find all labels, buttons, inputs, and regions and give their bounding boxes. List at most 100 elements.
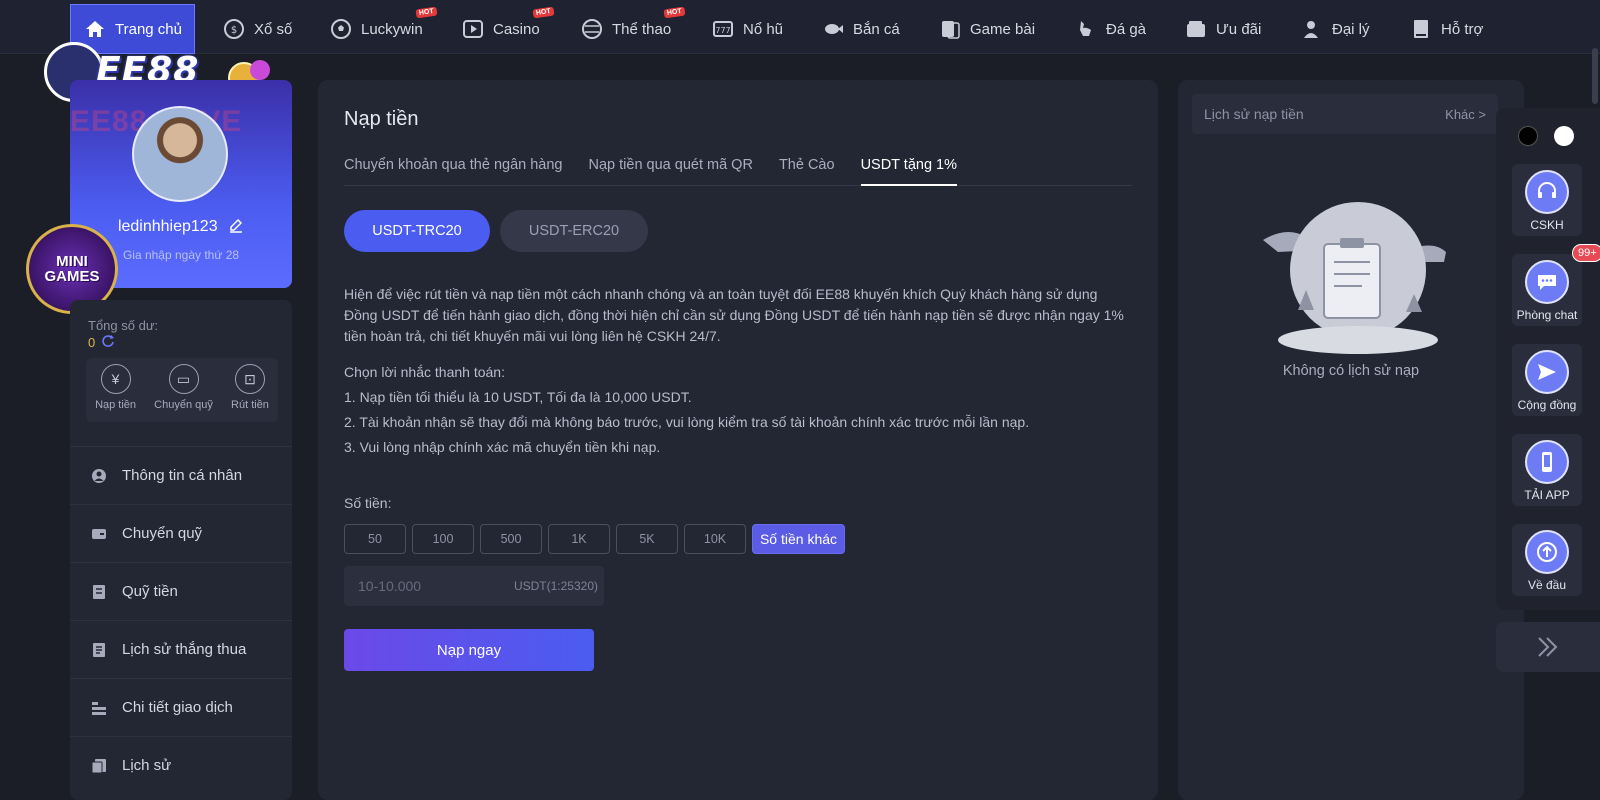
amount-label: Số tiền: (344, 495, 392, 511)
agent-icon (1300, 17, 1324, 41)
amount-chip[interactable]: 10K (684, 524, 746, 554)
tab-qr[interactable]: Nạp tiền qua quét mã QR (589, 156, 753, 186)
sidebar-item-label: Lịch sử (122, 757, 172, 774)
nav-fishing[interactable]: Bắn cá (821, 4, 900, 54)
custom-amount-button[interactable]: Số tiền khác (752, 524, 845, 554)
headset-icon (1525, 170, 1569, 214)
rooster-icon (1074, 17, 1098, 41)
svg-text:$: $ (231, 25, 237, 36)
username-text: ledinhhiep123 (117, 218, 218, 235)
play-icon (461, 17, 485, 41)
fund-icon (90, 583, 108, 601)
fish-icon (821, 17, 845, 41)
nav-cockfight[interactable]: Đá gà (1074, 4, 1146, 54)
reminder-item: 2. Tài khoản nhận sẽ thay đổi mà không b… (344, 414, 1030, 430)
lottery-icon: $ (222, 17, 246, 41)
nav-luckywin[interactable]: Luckywin HOT (329, 4, 438, 54)
quick-transfer[interactable]: ▭ Chuyển quỹ (154, 364, 213, 422)
history-header: Lịch sử nạp tiền Khác > (1192, 94, 1498, 134)
dock-label: Phòng chat (1516, 308, 1578, 322)
deposit-tabs: Chuyển khoản qua thẻ ngân hàng Nạp tiền … (344, 156, 1132, 186)
scrollbar[interactable] (1592, 48, 1598, 104)
amount-input[interactable]: 10-10.000 USDT(1:25320) (344, 566, 604, 606)
deposit-icon: ¥ (100, 364, 131, 394)
page-title: Nạp tiền (344, 108, 419, 130)
quick-withdraw[interactable]: ⊡ Rút tiền (231, 364, 269, 422)
quick-label: Rút tiền (231, 399, 269, 411)
empty-history-illustration (1263, 202, 1446, 354)
usdt-trc20-button[interactable]: USDT-TRC20 (344, 210, 490, 252)
chat-room-button[interactable]: Phòng chat 99+ (1512, 244, 1600, 326)
sidebar-menu: Thông tin cá nhân Chuyển quỹ Quỹ tiền Lị… (70, 446, 292, 794)
nav-sports[interactable]: Thể thao HOT (580, 4, 686, 54)
nav-card-games[interactable]: Game bài (938, 4, 1035, 54)
phone-icon (1525, 440, 1569, 484)
amount-chip[interactable]: 50 (344, 524, 406, 554)
quick-deposit[interactable]: ¥ Nạp tiền (95, 364, 136, 422)
nav-casino[interactable]: Casino HOT (461, 4, 555, 54)
dock-label: Về đầu (1527, 578, 1567, 592)
download-app-button[interactable]: TẢI APP (1512, 434, 1582, 506)
sidebar-item-profile[interactable]: Thông tin cá nhân (70, 446, 292, 504)
amount-placeholder: 10-10.000 (358, 578, 422, 594)
reminder-item: 1. Nạp tiền tối thiểu là 10 USDT, Tối đa… (344, 389, 692, 405)
dark-theme-dot[interactable] (1518, 126, 1538, 146)
nav-label: Casino (493, 20, 540, 38)
nav-slots[interactable]: 777 Nổ hũ (711, 4, 783, 54)
nav-agent[interactable]: Đại lý (1300, 4, 1370, 54)
usdt-erc20-button[interactable]: USDT-ERC20 (500, 210, 648, 252)
light-theme-dot[interactable] (1554, 126, 1574, 146)
quick-label: Nạp tiền (95, 399, 137, 411)
cards-icon (938, 17, 962, 41)
empty-history-text: Không có lịch sử nạp (1282, 363, 1420, 379)
amount-chip[interactable]: 5K (616, 524, 678, 554)
amount-chip[interactable]: 1K (548, 524, 610, 554)
minigames-line2: GAMES (44, 268, 100, 285)
tab-card[interactable]: Thẻ Cào (779, 156, 835, 186)
sidebar-item-transactions[interactable]: Chi tiết giao dịch (70, 678, 292, 736)
send-icon (1525, 350, 1569, 394)
nav-promotions[interactable]: Ưu đãi (1184, 4, 1261, 54)
history-icon (90, 641, 108, 659)
cskh-button[interactable]: CSKH (1512, 164, 1582, 236)
nav-label: Đại lý (1332, 20, 1370, 38)
wallet-icon (90, 525, 108, 543)
edit-icon[interactable] (228, 217, 244, 238)
deposit-history-panel: Lịch sử nạp tiền Khác > Không có lịch sử… (1178, 80, 1524, 800)
collapse-dock-button[interactable] (1496, 622, 1600, 672)
amount-chip[interactable]: 100 (412, 524, 474, 554)
nav-support[interactable]: Hỗ trợ (1409, 4, 1483, 54)
dock-label: TẢI APP (1524, 488, 1570, 502)
sidebar: Tổng số dư: 0 ¥ Nạp tiền ▭ Chuyển quỹ ⊡ … (70, 300, 292, 800)
home-icon (83, 17, 107, 41)
username: ledinhhiep123 (70, 217, 292, 238)
avatar[interactable] (132, 106, 228, 202)
arrow-up-icon (1525, 530, 1569, 574)
nav-label: Xổ số (254, 20, 293, 38)
nav-label: Ưu đãi (1216, 20, 1262, 38)
sidebar-item-label: Chi tiết giao dịch (122, 699, 233, 716)
slot-icon: 777 (711, 17, 735, 41)
amount-chip[interactable]: 500 (480, 524, 542, 554)
refresh-icon[interactable] (101, 334, 115, 351)
sidebar-item-transfer[interactable]: Chuyển quỹ (70, 504, 292, 562)
sidebar-item-history[interactable]: Lịch sử (70, 736, 292, 794)
soccer-icon (329, 17, 353, 41)
user-icon (90, 467, 108, 485)
wallet-icon (1184, 17, 1208, 41)
back-to-top-button[interactable]: Về đầu (1512, 524, 1582, 596)
history-more-link[interactable]: Khác > (1445, 107, 1486, 122)
sidebar-item-win-loss[interactable]: Lịch sử thắng thua (70, 620, 292, 678)
theme-switch (1518, 126, 1574, 146)
withdraw-icon: ⊡ (234, 364, 265, 394)
ball-icon (580, 17, 604, 41)
sidebar-item-fund[interactable]: Quỹ tiền (70, 562, 292, 620)
records-icon (90, 757, 108, 775)
floating-dock: CSKH Phòng chat 99+ Cộng đồng TẢI APP Về… (1496, 108, 1600, 610)
deposit-now-button[interactable]: Nạp ngay (344, 629, 594, 671)
tab-bank-transfer[interactable]: Chuyển khoản qua thẻ ngân hàng (344, 156, 563, 186)
community-button[interactable]: Cộng đồng (1512, 344, 1582, 416)
tab-usdt[interactable]: USDT tặng 1% (860, 156, 958, 186)
hot-badge: HOT (415, 6, 438, 19)
history-title: Lịch sử nạp tiền (1204, 106, 1304, 122)
